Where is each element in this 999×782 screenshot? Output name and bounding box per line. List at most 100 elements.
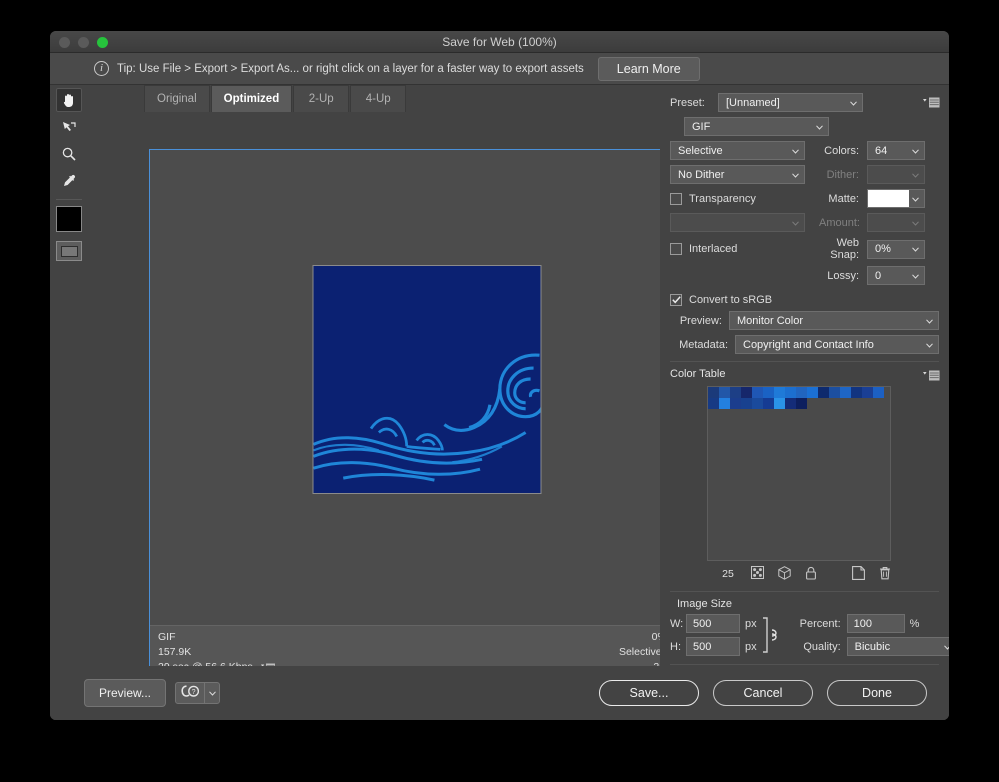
new-swatch-icon[interactable] [852, 566, 865, 583]
dither-amount-select [867, 165, 925, 184]
color-swatch-3[interactable] [741, 387, 752, 398]
color-swatch-21[interactable] [763, 398, 774, 409]
preview-profile-select[interactable]: Monitor Color [729, 311, 939, 330]
minimize-button[interactable] [78, 37, 89, 48]
color-swatch-13[interactable] [851, 387, 862, 398]
color-swatch-0[interactable] [708, 387, 719, 398]
chevron-down-icon [912, 169, 919, 181]
slice-select-tool[interactable] [56, 115, 82, 139]
interlaced-checkbox[interactable] [670, 243, 682, 255]
convert-srgb-label: Convert to sRGB [689, 294, 772, 306]
chevron-down-icon [912, 243, 919, 255]
color-swatch-6[interactable] [774, 387, 785, 398]
chevron-down-icon [926, 339, 933, 351]
metadata-select[interactable]: Copyright and Contact Info [735, 335, 939, 354]
convert-srgb-checkbox[interactable] [670, 294, 682, 306]
dither-method-select[interactable]: No Dither [670, 165, 805, 184]
chevron-down-icon [912, 193, 919, 205]
color-swatch-23[interactable] [785, 398, 796, 409]
color-swatch-7[interactable] [785, 387, 796, 398]
width-input[interactable]: 500 [686, 614, 740, 633]
transparency-row: Transparency Matte: [670, 189, 939, 208]
color-swatch-15[interactable] [873, 387, 884, 398]
color-table-flyout-menu-icon[interactable] [923, 370, 939, 381]
tab-2up[interactable]: 2-Up [293, 85, 349, 112]
optimized-preview-pane[interactable]: GIF 0% dither 157.9K Selective palette 2… [149, 149, 705, 678]
trash-icon[interactable] [879, 566, 891, 583]
matte-color-select[interactable] [867, 189, 925, 208]
constrain-proportions-toggle[interactable] [760, 613, 782, 657]
foreground-color-swatch[interactable] [56, 206, 82, 232]
interlaced-row: Interlaced Web Snap: 0% [670, 237, 939, 261]
colors-select[interactable]: 64 [867, 141, 925, 160]
matte-color-swatch[interactable] [868, 190, 909, 207]
chevron-down-icon [912, 145, 919, 157]
browser-select-dropdown[interactable]: ? [175, 682, 220, 704]
reduction-colors-row: Selective Colors: 64 [670, 141, 939, 160]
lossy-select[interactable]: 0 [867, 266, 925, 285]
preview-profile-row: Preview: Monitor Color [670, 311, 939, 330]
zoom-tool[interactable] [56, 142, 82, 166]
color-swatch-16[interactable] [708, 398, 719, 409]
colors-value: 64 [875, 145, 887, 157]
color-swatch-10[interactable] [818, 387, 829, 398]
color-swatch-5[interactable] [763, 387, 774, 398]
quality-select[interactable]: Bicubic [847, 637, 949, 656]
preview-button[interactable]: Preview... [84, 679, 166, 707]
color-swatch-9[interactable] [807, 387, 818, 398]
done-button[interactable]: Done [827, 680, 927, 706]
info-icon: i [94, 61, 109, 76]
color-swatch-11[interactable] [829, 387, 840, 398]
transparency-dither-row: Amount: [670, 213, 939, 232]
tab-optimized[interactable]: Optimized [211, 85, 293, 112]
height-input[interactable]: 500 [686, 637, 740, 656]
tip-text: Tip: Use File > Export > Export As... or… [117, 63, 584, 75]
color-swatch-24[interactable] [796, 398, 807, 409]
toggle-slices-visibility[interactable] [56, 241, 82, 261]
preview-profile-value: Monitor Color [737, 315, 803, 327]
web-snap-value: 0% [875, 243, 891, 255]
color-table-swatches[interactable] [707, 386, 891, 561]
color-swatch-1[interactable] [719, 387, 730, 398]
info-file-size: 157.9K [158, 645, 191, 660]
save-button[interactable]: Save... [599, 680, 699, 706]
lock-icon[interactable] [805, 566, 817, 583]
percent-input[interactable]: 100 [847, 614, 905, 633]
zoom-button[interactable] [97, 37, 108, 48]
amount-label: Amount: [819, 217, 859, 229]
color-swatch-4[interactable] [752, 387, 763, 398]
learn-more-button[interactable]: Learn More [598, 57, 700, 81]
color-swatch-20[interactable] [752, 398, 763, 409]
web-snap-select[interactable]: 0% [867, 240, 925, 259]
color-swatch-17[interactable] [719, 398, 730, 409]
cancel-button[interactable]: Cancel [713, 680, 813, 706]
close-button[interactable] [59, 37, 70, 48]
artwork-wave-graphic [314, 266, 541, 493]
hand-tool[interactable] [56, 88, 82, 112]
preset-flyout-menu-icon[interactable] [923, 97, 939, 108]
color-swatch-2[interactable] [730, 387, 741, 398]
color-swatch-12[interactable] [840, 387, 851, 398]
tab-original[interactable]: Original [144, 85, 210, 112]
width-label: W: [670, 618, 686, 630]
color-swatch-14[interactable] [862, 387, 873, 398]
color-swatch-19[interactable] [741, 398, 752, 409]
file-format-select[interactable]: GIF [684, 117, 829, 136]
color-swatch-18[interactable] [730, 398, 741, 409]
cube-icon[interactable] [778, 566, 791, 583]
image-canvas[interactable] [313, 265, 542, 494]
panel-divider-2 [670, 591, 939, 592]
convert-srgb-row: Convert to sRGB [670, 294, 939, 306]
metadata-row: Metadata: Copyright and Contact Info [670, 335, 939, 354]
color-reduction-select[interactable]: Selective [670, 141, 805, 160]
color-swatch-22[interactable] [774, 398, 785, 409]
web-shift-icon[interactable] [751, 566, 764, 582]
color-swatch-8[interactable] [796, 387, 807, 398]
lossy-row: Lossy: 0 [670, 266, 939, 285]
swatch-grid [708, 387, 890, 409]
transparency-checkbox[interactable] [670, 193, 682, 205]
title-bar: Save for Web (100%) [50, 31, 949, 53]
preset-select[interactable]: [Unnamed] [718, 93, 863, 112]
tab-4up[interactable]: 4-Up [350, 85, 406, 112]
eyedropper-tool[interactable] [56, 169, 82, 193]
